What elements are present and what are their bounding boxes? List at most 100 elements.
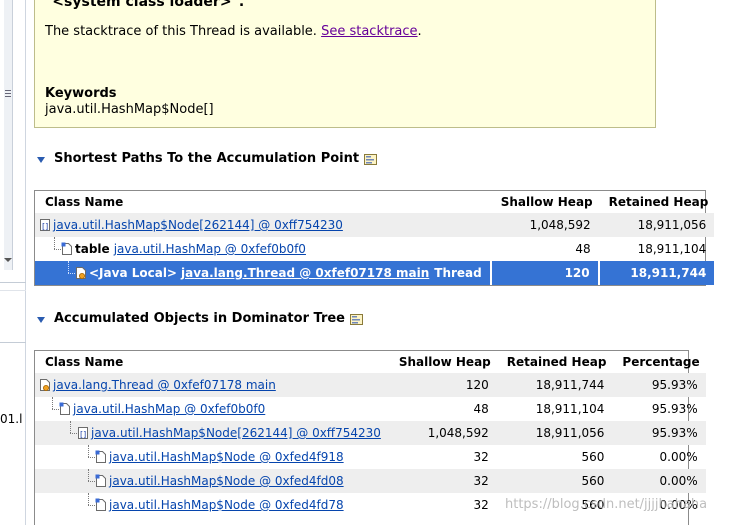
retained-heap-cell: 560 [581,450,605,464]
object-link[interactable]: java.lang.Thread @ 0xfef07178 main [181,266,429,280]
section-title: Shortest Paths To the Accumulation Point [54,151,360,166]
object-link[interactable]: java.util.HashMap @ 0xfef0b0f0 [114,242,306,256]
explain-query-icon[interactable] [350,314,363,325]
table-row[interactable]: [] java.util.HashMap$Node[262144] @ 0xff… [35,421,706,445]
section-title: Accumulated Objects in Dominator Tree [54,311,345,326]
see-stacktrace-link[interactable]: See stacktrace [321,24,417,39]
scroll-down-arrow-icon[interactable] [4,258,12,262]
shallow-heap-cell: 32 [473,450,489,464]
keywords-title: Keywords [45,86,117,101]
object-link[interactable]: java.lang.Thread @ 0xfef07178 main [53,378,276,392]
percentage-cell: 95.93% [651,402,698,416]
retained-heap-cell: 18,911,104 [637,242,707,256]
thread-icon [39,378,51,392]
loader-heading: "<system class loader>". [45,0,245,10]
table-row[interactable]: java.util.HashMap$Node @ 0xfed4f918 32 5… [35,445,706,469]
svg-text:[]: [] [42,222,48,231]
editor-text-fragment: 01.l [0,412,23,426]
table-row[interactable]: java.util.HashMap$Node @ 0xfed4fd08 32 5… [35,469,706,493]
array-object-icon: [] [77,426,89,440]
accumulated-objects-section-header[interactable]: Accumulated Objects in Dominator Tree [37,311,363,326]
svg-text:[]: [] [80,430,86,439]
shallow-heap-cell: 120 [388,373,497,397]
object-link[interactable]: java.util.HashMap$Node[262144] @ 0xff754… [53,218,343,232]
gc-root-label: Thread [434,266,482,280]
tree-connector [61,261,75,285]
collapse-triangle-icon[interactable] [37,316,45,323]
retained-heap-cell: 18,911,056 [598,213,715,237]
tree-connector [81,469,95,493]
class-name-cell: [] java.util.HashMap$Node[262144] @ 0xff… [35,421,389,445]
root-type: <Java Local> [89,266,177,280]
retained-heap-cell: 18,911,056 [496,421,613,445]
retained-heap-cell: 18,911,744 [496,373,613,397]
percentage-cell: 0.00% [612,469,706,493]
class-name-cell: java.lang.Thread @ 0xfef07178 main [35,373,389,397]
object-icon [95,498,107,512]
class-name-cell: <Java Local> java.lang.Thread @ 0xfef071… [35,261,492,285]
divider [0,342,26,343]
percentage-cell: 95.93% [612,373,706,397]
keywords-value: java.util.HashMap$Node[] [45,102,214,117]
object-link[interactable]: java.util.HashMap$Node @ 0xfed4fd78 [109,498,344,512]
column-header-percentage[interactable]: Percentage [612,351,705,373]
retained-heap-cell: 18,911,744 [598,261,715,285]
column-header-retained-heap[interactable]: Retained Heap [497,351,613,373]
table-row[interactable]: [] java.util.HashMap$Node[262144] @ 0xff… [35,213,715,237]
left-pane-strip: 01.l [0,0,26,525]
table-row[interactable]: java.util.HashMap @ 0xfef0b0f0 48 18,911… [35,397,706,421]
table-row-selected[interactable]: <Java Local> java.lang.Thread @ 0xfef071… [35,261,715,285]
table-header-row: Class Name Shallow Heap Retained Heap [35,191,714,213]
thread-icon [75,266,87,280]
tree-connector [63,421,77,445]
table-header-row: Class Name Shallow Heap Retained Heap Pe… [35,351,706,373]
watermark: https://blog.csdn.net/jjjjhahaha [505,497,708,512]
shallow-heap-cell: 1,048,592 [388,421,497,445]
percentage-cell: 0.00% [659,450,698,464]
object-icon [95,474,107,488]
shortest-paths-section-header[interactable]: Shortest Paths To the Accumulation Point [37,151,378,166]
column-header-class-name[interactable]: Class Name [35,351,389,373]
object-icon [59,402,71,416]
percentage-cell: 95.93% [612,421,706,445]
object-link[interactable]: java.util.HashMap$Node @ 0xfed4f918 [109,450,344,464]
class-name-cell: java.util.HashMap$Node @ 0xfed4fd08 [35,469,389,493]
stacktrace-text: The stacktrace of this Thread is availab… [45,24,317,39]
column-header-retained-heap[interactable]: Retained Heap [599,191,715,213]
array-object-icon: [] [39,218,51,232]
tree-connector [45,397,59,421]
divider [0,282,26,283]
column-header-shallow-heap[interactable]: Shallow Heap [389,351,497,373]
tree-connector [81,445,95,469]
column-header-class-name[interactable]: Class Name [35,191,491,213]
collapse-triangle-icon[interactable] [37,156,45,163]
vertical-scrollbar[interactable] [4,0,13,270]
tree-connector [81,493,95,517]
object-link[interactable]: java.util.HashMap$Node @ 0xfed4fd08 [109,474,344,488]
shallow-heap-cell: 32 [388,469,497,493]
table-row[interactable]: java.lang.Thread @ 0xfef07178 main 120 1… [35,373,706,397]
shallow-heap-cell: 48 [473,402,489,416]
object-link[interactable]: java.util.HashMap @ 0xfef0b0f0 [73,402,265,416]
object-icon [95,450,107,464]
class-name-cell: java.util.HashMap$Node @ 0xfed4f918 [35,445,389,469]
shallow-heap-cell: 32 [473,498,489,512]
table-row[interactable]: table java.util.HashMap @ 0xfef0b0f0 48 … [35,237,714,261]
thread-info-panel: "<system class loader>". The stacktrace … [34,0,656,128]
shallow-heap-cell: 120 [490,261,600,285]
stacktrace-suffix: . [417,24,422,39]
column-header-shallow-heap[interactable]: Shallow Heap [491,191,599,213]
class-name-cell: java.util.HashMap @ 0xfef0b0f0 [35,397,389,421]
class-name-cell: table java.util.HashMap @ 0xfef0b0f0 [35,237,491,261]
stacktrace-line: The stacktrace of this Thread is availab… [45,24,422,39]
object-icon [61,242,73,256]
shallow-heap-cell: 48 [575,242,591,256]
class-name-cell: java.util.HashMap$Node @ 0xfed4fd78 [35,493,389,517]
scroll-grip-icon [5,90,11,100]
field-name: table [75,242,110,256]
divider [0,290,26,291]
object-link[interactable]: java.util.HashMap$Node[262144] @ 0xff754… [91,426,381,440]
class-name-cell: [] java.util.HashMap$Node[262144] @ 0xff… [35,213,491,237]
shallow-heap-cell: 1,048,592 [490,213,599,237]
explain-query-icon[interactable] [364,154,378,165]
